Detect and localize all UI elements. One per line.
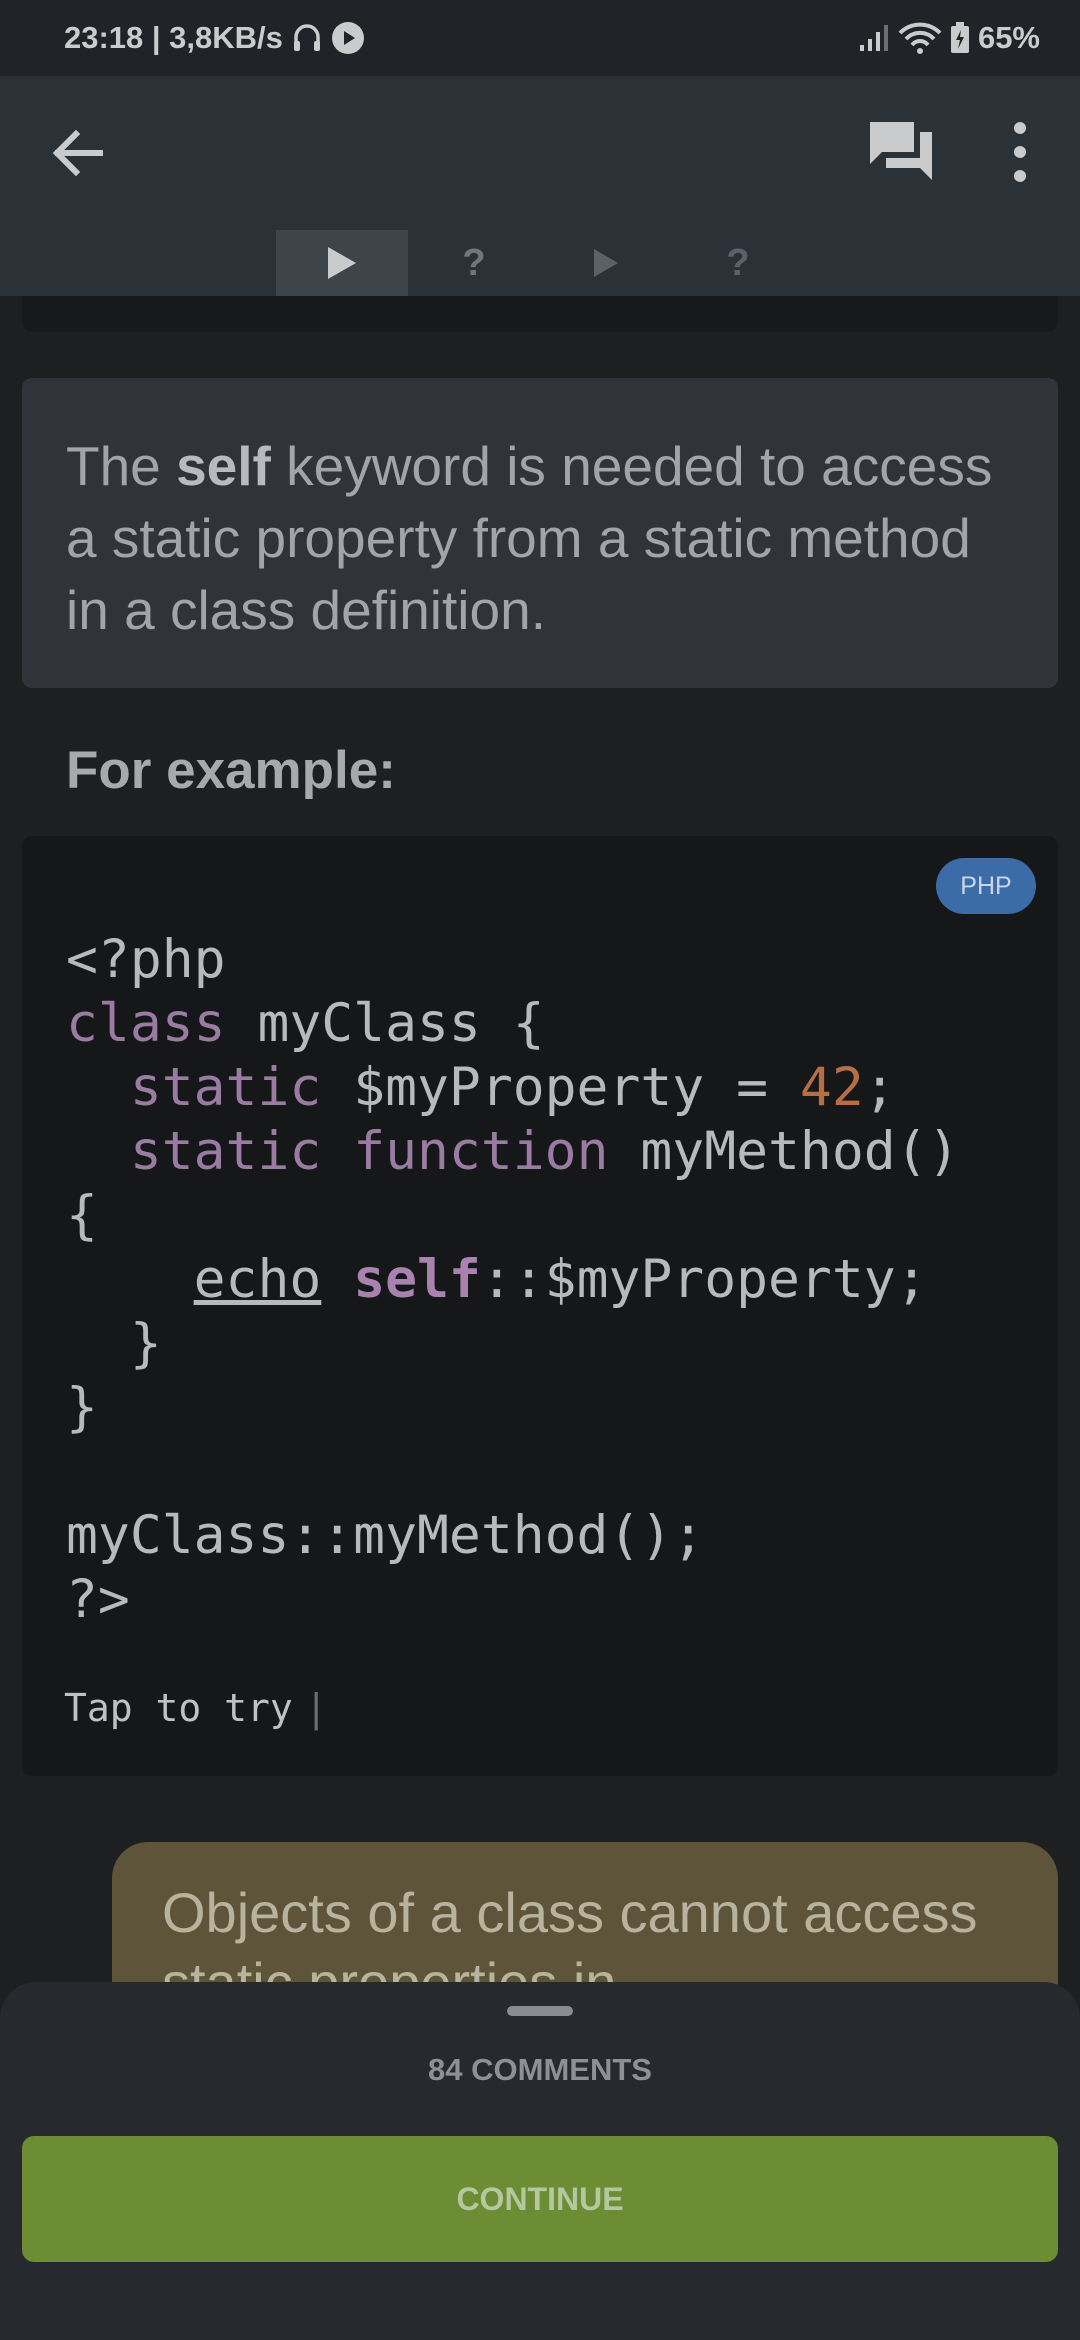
- lesson-info-box: The self keyword is needed to access a s…: [22, 378, 1058, 688]
- signal-icon: [859, 25, 888, 51]
- more-vert-icon[interactable]: [1002, 116, 1038, 188]
- code-line: {: [66, 1185, 98, 1246]
- info-text-pre: The: [66, 435, 177, 497]
- code-line: ?>: [66, 1569, 130, 1630]
- status-right: 65%: [858, 20, 1040, 56]
- drag-handle[interactable]: [507, 2006, 573, 2016]
- play-icon: [594, 249, 618, 277]
- code-line: }: [66, 1377, 98, 1438]
- code-line: echo self::$myProperty;: [193, 1249, 928, 1310]
- code-line: myClass::myMethod();: [66, 1505, 705, 1566]
- code-content: <?php class myClass { static $myProperty …: [66, 928, 959, 1632]
- headphones-icon: [293, 24, 320, 51]
- code-line: static $myProperty = 42;: [129, 1057, 896, 1118]
- play-circle-icon: [331, 22, 364, 54]
- status-left: 23:18 | 3,8KB/s: [64, 20, 365, 56]
- chat-bubbles-icon[interactable]: [868, 118, 936, 186]
- lesson-progress-tabs: ? ?: [0, 230, 1080, 296]
- text-cursor: |: [304, 1686, 328, 1730]
- tab-quiz-1[interactable]: ?: [408, 230, 540, 296]
- battery-icon: [950, 22, 969, 53]
- continue-button[interactable]: CONTINUE: [22, 2136, 1058, 2262]
- comments-count-button[interactable]: 84 COMMENTS: [0, 2052, 1080, 2088]
- battery-percent: 65%: [977, 20, 1040, 55]
- question-icon: ?: [726, 241, 750, 284]
- code-block[interactable]: PHP <?php class myClass { static $myPrope…: [22, 836, 1058, 1776]
- status-bar: 23:18 | 3,8KB/s 65%: [0, 0, 1080, 76]
- language-badge: PHP: [936, 858, 1036, 914]
- wifi-icon: [898, 22, 942, 54]
- play-icon: [328, 247, 356, 279]
- tab-lesson-2[interactable]: [540, 230, 672, 296]
- code-line: <?php: [66, 929, 226, 990]
- code-line: }: [66, 1313, 162, 1374]
- bottom-sheet: 84 COMMENTS CONTINUE: [0, 1982, 1080, 2340]
- section-title: For example:: [66, 741, 396, 800]
- tap-to-try-button[interactable]: Tap to try |: [64, 1686, 328, 1730]
- echo-link[interactable]: echo: [194, 1249, 322, 1310]
- code-line: static function myMethod(): [129, 1121, 960, 1182]
- info-text-bold: self: [176, 435, 271, 497]
- tab-lesson-1[interactable]: [276, 230, 408, 296]
- previous-card-edge: [22, 296, 1058, 332]
- arrow-back-icon[interactable]: [44, 120, 110, 186]
- app-bar: [0, 76, 1080, 230]
- question-icon: ?: [462, 241, 486, 284]
- tap-to-try-label: Tap to try: [64, 1686, 293, 1730]
- status-time: 23:18 | 3,8KB/s: [64, 20, 283, 55]
- tab-quiz-2[interactable]: ?: [672, 230, 804, 296]
- code-line: class myClass {: [66, 993, 545, 1054]
